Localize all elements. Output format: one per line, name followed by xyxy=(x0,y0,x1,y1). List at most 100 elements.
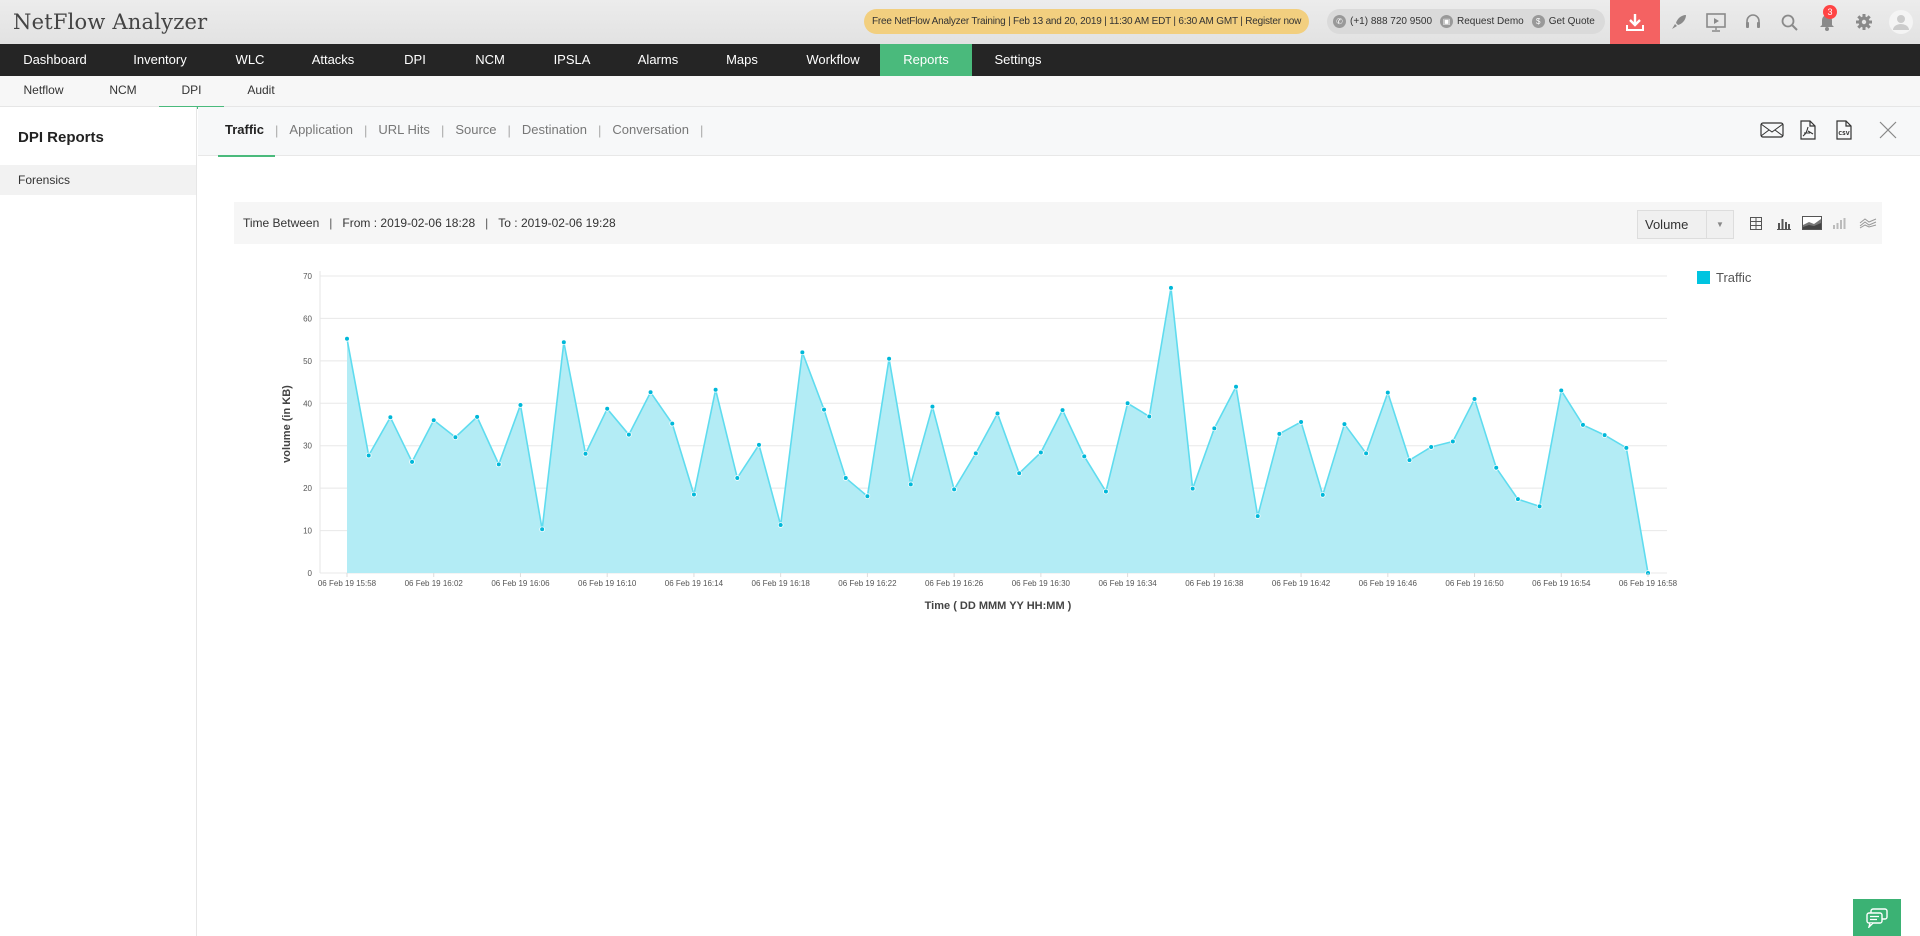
tab-url-hits[interactable]: URL Hits xyxy=(378,107,430,156)
stacked-chart-button[interactable] xyxy=(1830,214,1850,232)
data-point[interactable] xyxy=(1038,449,1044,456)
data-point[interactable] xyxy=(821,406,827,413)
data-point[interactable] xyxy=(1168,285,1174,291)
data-point[interactable] xyxy=(1103,488,1109,495)
nav-dpi[interactable]: DPI xyxy=(376,44,454,76)
data-point[interactable] xyxy=(1623,445,1630,451)
data-point[interactable] xyxy=(734,475,741,481)
data-point[interactable] xyxy=(907,481,914,488)
area-chart-button[interactable] xyxy=(1802,214,1822,232)
chart-legend[interactable]: Traffic xyxy=(1697,270,1751,285)
email-button[interactable] xyxy=(1760,119,1784,141)
get-quote-link[interactable]: Get Quote xyxy=(1549,9,1595,34)
export-pdf-button[interactable] xyxy=(1796,119,1820,141)
data-point[interactable] xyxy=(777,522,784,528)
data-point[interactable] xyxy=(1081,453,1088,460)
export-csv-button[interactable]: CSV xyxy=(1832,119,1856,141)
tab-source[interactable]: Source xyxy=(455,107,496,156)
data-point[interactable] xyxy=(582,450,589,457)
request-demo-link[interactable]: Request Demo xyxy=(1457,9,1524,34)
tab-traffic[interactable]: Traffic xyxy=(217,107,276,157)
data-point[interactable] xyxy=(626,431,632,438)
sidebar-item-forensics[interactable]: Forensics xyxy=(0,165,196,195)
data-point[interactable] xyxy=(994,410,1001,417)
data-point[interactable] xyxy=(474,414,480,420)
nav-maps[interactable]: Maps xyxy=(698,44,786,76)
data-point[interactable] xyxy=(1493,464,1500,471)
nav-attacks[interactable]: Attacks xyxy=(290,44,376,76)
nav-ipsla[interactable]: IPSLA xyxy=(526,44,618,76)
data-point[interactable] xyxy=(1558,387,1565,394)
line-chart-button[interactable] xyxy=(1858,214,1878,232)
close-button[interactable] xyxy=(1876,119,1900,141)
nav-inventory[interactable]: Inventory xyxy=(110,44,210,76)
rocket-button[interactable] xyxy=(1660,0,1697,44)
subnav-ncm[interactable]: NCM xyxy=(87,76,159,106)
tab-destination[interactable]: Destination xyxy=(522,107,587,156)
data-point[interactable] xyxy=(1276,431,1283,437)
data-point[interactable] xyxy=(1580,422,1586,428)
data-point[interactable] xyxy=(1385,389,1391,396)
presentation-button[interactable] xyxy=(1697,0,1734,44)
data-point[interactable] xyxy=(1254,513,1261,519)
data-point[interactable] xyxy=(842,475,849,481)
data-point[interactable] xyxy=(1189,485,1196,492)
data-point[interactable] xyxy=(929,403,936,410)
data-point[interactable] xyxy=(1211,425,1218,432)
data-point[interactable] xyxy=(1428,444,1434,450)
data-point[interactable] xyxy=(1601,432,1608,438)
data-point[interactable] xyxy=(387,414,394,421)
data-point[interactable] xyxy=(344,335,350,342)
user-profile-button[interactable] xyxy=(1882,0,1919,44)
metric-select[interactable]: Volume ▼ xyxy=(1637,210,1734,239)
data-point[interactable] xyxy=(539,526,545,533)
tab-conversation[interactable]: Conversation xyxy=(612,107,689,156)
time-from[interactable]: From : 2019-02-06 18:28 xyxy=(342,216,475,230)
data-point[interactable] xyxy=(886,355,892,362)
data-point[interactable] xyxy=(1124,400,1131,407)
chat-button[interactable] xyxy=(1853,899,1901,936)
training-promo-banner[interactable]: Free NetFlow Analyzer Training | Feb 13 … xyxy=(864,9,1310,34)
subnav-netflow[interactable]: Netflow xyxy=(0,76,87,106)
nav-settings[interactable]: Settings xyxy=(972,44,1064,76)
nav-wlc[interactable]: WLC xyxy=(210,44,290,76)
data-point[interactable] xyxy=(973,450,979,457)
data-point[interactable] xyxy=(951,486,957,493)
table-view-button[interactable] xyxy=(1746,214,1766,232)
data-point[interactable] xyxy=(604,406,611,412)
data-point[interactable] xyxy=(1471,396,1478,402)
nav-ncm[interactable]: NCM xyxy=(454,44,526,76)
data-point[interactable] xyxy=(409,459,415,465)
subnav-audit[interactable]: Audit xyxy=(224,76,298,106)
data-point[interactable] xyxy=(799,349,806,356)
data-point[interactable] xyxy=(495,461,502,468)
tab-application[interactable]: Application xyxy=(289,107,353,156)
data-point[interactable] xyxy=(1363,450,1369,457)
download-button[interactable] xyxy=(1610,0,1660,44)
nav-workflow[interactable]: Workflow xyxy=(786,44,880,76)
subnav-dpi[interactable]: DPI xyxy=(159,76,224,109)
data-point[interactable] xyxy=(1319,492,1326,498)
data-point[interactable] xyxy=(864,493,871,500)
support-button[interactable] xyxy=(1734,0,1771,44)
data-point[interactable] xyxy=(430,417,437,424)
data-point[interactable] xyxy=(712,386,719,393)
data-point[interactable] xyxy=(1536,503,1543,510)
data-point[interactable] xyxy=(1016,470,1022,477)
data-point[interactable] xyxy=(1406,457,1413,463)
nav-reports[interactable]: Reports xyxy=(880,44,972,76)
notifications-button[interactable]: 3 xyxy=(1808,0,1845,44)
data-point[interactable] xyxy=(452,434,459,441)
data-point[interactable] xyxy=(1450,438,1456,445)
data-point[interactable] xyxy=(1515,496,1521,502)
data-point[interactable] xyxy=(517,402,524,408)
data-point[interactable] xyxy=(669,420,676,427)
data-point[interactable] xyxy=(1341,421,1348,427)
data-point[interactable] xyxy=(647,389,654,396)
search-button[interactable] xyxy=(1771,0,1808,44)
nav-alarms[interactable]: Alarms xyxy=(618,44,698,76)
app-logo[interactable]: NetFlow Analyzer xyxy=(13,10,207,34)
data-point[interactable] xyxy=(691,491,697,498)
data-point[interactable] xyxy=(1059,407,1066,413)
data-point[interactable] xyxy=(1233,383,1239,390)
